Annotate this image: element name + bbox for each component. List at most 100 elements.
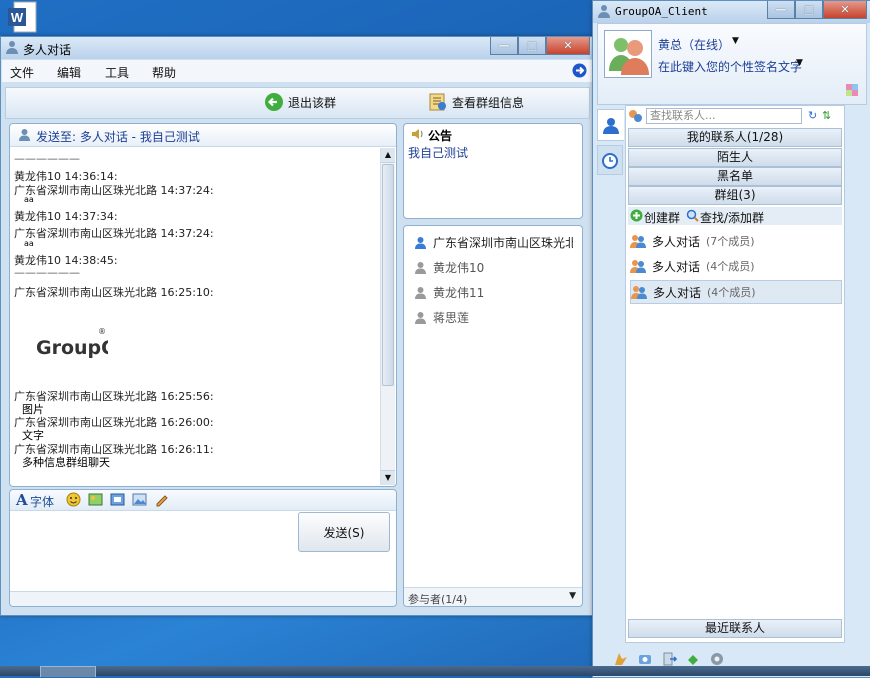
send-to-label: 发送至: 多人对话 - 我自己测试	[36, 130, 200, 144]
refresh-icon[interactable]: ↻	[808, 109, 817, 122]
group-name: 多人对话	[652, 259, 701, 274]
status-dropdown-icon[interactable]: ▼	[732, 36, 739, 46]
chat-window: 多人对话 — □ ✕ 文件 编辑 工具 帮助 退出该群 查看群组信息 发送至: …	[0, 36, 595, 616]
search-group-icon	[686, 209, 699, 222]
chat-titlebar[interactable]: 多人对话 — □ ✕	[1, 37, 594, 59]
shake-icon[interactable]	[154, 492, 169, 507]
maximize-button[interactable]: □	[518, 37, 546, 55]
picture-icon[interactable]	[132, 492, 147, 507]
menu-bar: 文件 编辑 工具 帮助	[2, 60, 593, 82]
group-list-item[interactable]: 多人对话 (7个成员)	[630, 230, 842, 252]
member-item[interactable]: 蒋思莲	[414, 309, 469, 326]
client-maximize-button[interactable]: □	[795, 1, 823, 19]
plugin-icon[interactable]	[685, 651, 701, 667]
gear-icon[interactable]	[709, 651, 725, 667]
contacts-tab[interactable]	[597, 109, 624, 141]
chat-toolbar: 退出该群 查看群组信息	[5, 87, 590, 119]
message-header: 广东省深圳市南山区珠光北路 14:37:24:	[14, 184, 214, 197]
signature-text[interactable]: 在此键入您的个性签名文字	[658, 58, 802, 75]
arrow-right-circle-icon[interactable]	[572, 63, 587, 78]
member-item[interactable]: 黄龙伟10	[414, 259, 484, 276]
font-icon[interactable]: A	[16, 491, 28, 509]
exit-icon	[264, 92, 284, 112]
member-name: 蒋思莲	[433, 311, 470, 325]
groupoa-logo-image: GroupOA ®	[32, 320, 108, 366]
contact-list-area: 查找联系人... ↻ ⇅ 我的联系人(1/28) 陌生人 黑名单 群组(3) 创…	[625, 105, 845, 643]
member-item[interactable]: 黄龙伟11	[414, 284, 484, 301]
message-body: aa	[24, 195, 34, 204]
signature-dropdown-icon[interactable]: ▼	[796, 58, 803, 68]
member-item[interactable]: 广东省深圳市南山区珠光北路	[414, 234, 573, 251]
recent-tab[interactable]	[597, 145, 623, 175]
exit-group-button[interactable]: 退出该群	[264, 92, 336, 112]
menu-tools[interactable]: 工具	[105, 64, 129, 81]
scrollbar-thumb[interactable]	[382, 164, 394, 386]
members-panel: 广东省深圳市南山区珠光北路黄龙伟10 黄龙伟11 蒋思莲 参与者(1/4) ▼	[403, 225, 583, 607]
message-input-panel: A 字体 发送(S)	[9, 489, 397, 607]
member-name: 黄龙伟11	[433, 286, 485, 300]
word-desktop-icon[interactable]: W	[6, 0, 40, 36]
users-icon	[5, 40, 19, 54]
create-group-icon	[630, 209, 643, 222]
message-header: 广东省深圳市南山区珠光北路 14:37:24:	[14, 227, 214, 240]
system-settings-icon[interactable]	[637, 651, 653, 667]
participants-bar[interactable]: 参与者(1/4) ▼	[404, 587, 582, 606]
group-strangers[interactable]: 陌生人	[628, 148, 842, 167]
minimize-button[interactable]: —	[490, 37, 518, 55]
group-groups-header[interactable]: 群组(3)	[628, 186, 842, 205]
search-contact-input[interactable]: 查找联系人...	[646, 108, 802, 124]
notice-title: 公告	[428, 129, 453, 143]
message-header: 广东省深圳市南山区珠光北路 16:25:10:	[14, 286, 214, 299]
group-name: 多人对话	[653, 285, 702, 300]
profile-area: 黄总（在线） ▼ 在此键入您的个性签名文字 ▼	[597, 23, 867, 105]
chat-window-title: 多人对话	[23, 43, 72, 57]
main-menu-icon[interactable]	[613, 651, 629, 667]
user-icon	[18, 128, 31, 141]
menu-edit[interactable]: 编辑	[57, 64, 81, 81]
participants-count: 参与者(1/4)	[408, 593, 468, 606]
message-body: aa	[24, 239, 34, 248]
group-blacklist[interactable]: 黑名单	[628, 167, 842, 186]
svg-text:W: W	[11, 10, 24, 25]
group-my-contacts[interactable]: 我的联系人(1/28)	[628, 128, 842, 147]
emoticon-icon[interactable]	[66, 492, 81, 507]
font-label[interactable]: 字体	[30, 493, 54, 510]
taskbar	[0, 666, 870, 677]
message-separator: ——————	[14, 266, 80, 279]
member-avatar-icon	[414, 311, 427, 324]
find-add-group-button[interactable]: 查找/添加群	[700, 209, 764, 226]
client-window: GroupOA_Client — □ ✕ 黄总（在线） ▼ 在此键入您的个性签名…	[592, 0, 870, 678]
client-titlebar[interactable]: GroupOA_Client — □ ✕	[593, 1, 870, 23]
menu-help[interactable]: 帮助	[152, 64, 176, 81]
find-contact-icon	[628, 109, 643, 124]
avatar[interactable]	[604, 30, 652, 78]
view-group-info-button[interactable]: 查看群组信息	[428, 92, 524, 112]
member-avatar-icon	[414, 286, 427, 299]
client-minimize-button[interactable]: —	[767, 1, 795, 19]
chevron-down-icon[interactable]: ▼	[569, 591, 576, 601]
screenshot-icon[interactable]	[110, 492, 125, 507]
message-header: 黄龙伟10 14:37:34:	[14, 210, 118, 223]
group-recent-contacts[interactable]: 最近联系人	[628, 619, 842, 638]
menu-file[interactable]: 文件	[10, 64, 34, 81]
image-icon[interactable]	[88, 492, 103, 507]
group-list-item[interactable]: 多人对话 (4个成员)	[630, 255, 842, 277]
send-to-header: 发送至: 多人对话 - 我自己测试	[10, 124, 396, 147]
file-transfer-icon[interactable]	[661, 651, 677, 667]
member-avatar-icon	[414, 261, 427, 274]
user-status-name[interactable]: 黄总（在线）	[658, 36, 730, 53]
skin-icon[interactable]	[846, 84, 858, 96]
group-users-icon	[630, 259, 646, 273]
send-button[interactable]: 发送(S)	[298, 512, 390, 552]
close-button[interactable]: ✕	[546, 37, 590, 55]
group-member-count: (7个成员)	[706, 235, 755, 248]
message-separator: ——————	[14, 152, 80, 165]
group-list-item[interactable]: 多人对话 (4个成员)	[630, 280, 842, 304]
sort-icon[interactable]: ⇅	[822, 109, 831, 122]
message-scrollbar[interactable]: ▲ ▼	[380, 148, 395, 485]
client-close-button[interactable]: ✕	[823, 1, 867, 19]
group-info-icon	[428, 92, 448, 112]
create-group-button[interactable]: 创建群	[644, 209, 680, 226]
member-name: 黄龙伟10	[433, 261, 485, 275]
taskbar-button[interactable]	[40, 666, 96, 677]
